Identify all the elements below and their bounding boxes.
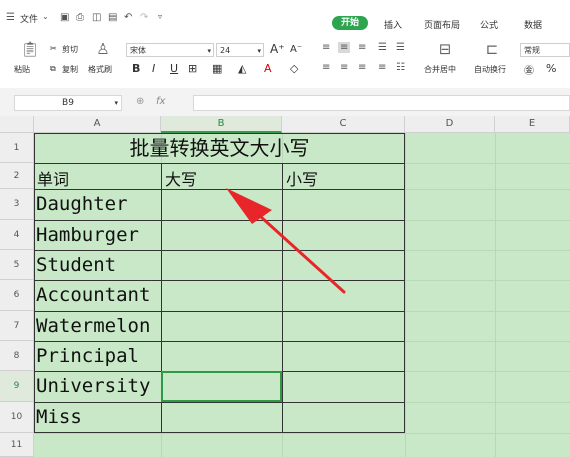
annotation-arrow xyxy=(226,188,346,294)
arrow-head xyxy=(226,188,272,224)
